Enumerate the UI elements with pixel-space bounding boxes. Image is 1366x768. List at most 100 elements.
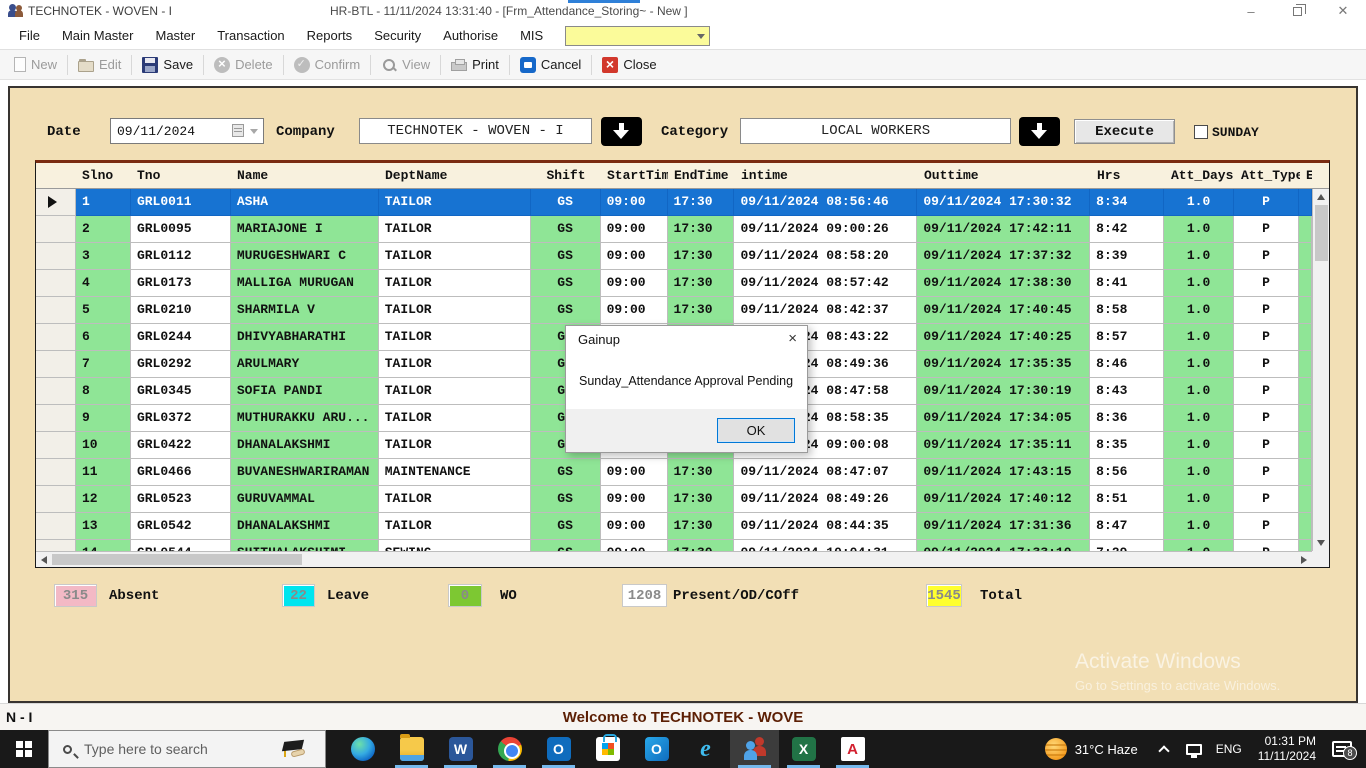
cell-att-days[interactable]: 1.0 (1164, 513, 1234, 540)
column-header-endtime[interactable]: EndTime (668, 163, 735, 188)
cell-slno[interactable]: 8 (76, 378, 131, 405)
table-row[interactable]: 11GRL0466BUVANESHWARIRAMANMAINTENANCEGS0… (36, 459, 1312, 486)
restore-button[interactable] (1274, 0, 1320, 22)
menu-item-main-master[interactable]: Main Master (51, 22, 145, 50)
cell-starttime[interactable]: 09:00 (601, 243, 668, 270)
cell-slno[interactable]: 11 (76, 459, 131, 486)
cell-att-days[interactable]: 1.0 (1164, 432, 1234, 459)
scroll-left-icon[interactable] (41, 556, 47, 564)
column-header-slno[interactable]: Slno (76, 163, 131, 188)
cell-hrs[interactable]: 8:42 (1090, 216, 1164, 243)
cell-shift[interactable]: GS (531, 216, 601, 243)
cell-e[interactable] (1299, 378, 1312, 405)
cell-slno[interactable]: 9 (76, 405, 131, 432)
cell-intime[interactable]: 09/11/2024 08:42:37 (734, 297, 917, 324)
cell-tno[interactable]: GRL0372 (131, 405, 231, 432)
cell-outtime[interactable]: 09/11/2024 17:35:11 (917, 432, 1090, 459)
date-dropdown-icon[interactable] (250, 129, 258, 134)
taskbar-search[interactable]: Type here to search (48, 730, 326, 768)
cell-att-days[interactable]: 1.0 (1164, 270, 1234, 297)
cell-tno[interactable]: GRL0345 (131, 378, 231, 405)
taskbar-icon-excel[interactable]: X (779, 730, 828, 768)
cell-att-type[interactable]: P (1234, 270, 1299, 297)
cell-outtime[interactable]: 09/11/2024 17:43:15 (917, 459, 1090, 486)
column-header-starttime[interactable]: StartTime (601, 163, 668, 188)
menu-item-transaction[interactable]: Transaction (206, 22, 295, 50)
cell-hrs[interactable]: 8:46 (1090, 351, 1164, 378)
menu-item-security[interactable]: Security (363, 22, 432, 50)
cell-outtime[interactable]: 09/11/2024 17:40:25 (917, 324, 1090, 351)
menu-item-reports[interactable]: Reports (296, 22, 364, 50)
cell-outtime[interactable]: 09/11/2024 17:37:32 (917, 243, 1090, 270)
cell-att-type[interactable]: P (1234, 324, 1299, 351)
cell-intime[interactable]: 09/11/2024 08:57:42 (734, 270, 917, 297)
cell-att-days[interactable]: 1.0 (1164, 459, 1234, 486)
cell-name[interactable]: SHARMILA V (231, 297, 379, 324)
table-row[interactable]: 1GRL0011ASHATAILORGS09:0017:3009/11/2024… (36, 189, 1312, 216)
grid-horizontal-scrollbar[interactable] (36, 551, 1312, 567)
cell-att-type[interactable]: P (1234, 243, 1299, 270)
row-selector[interactable] (36, 513, 76, 540)
cell-hrs[interactable]: 8:36 (1090, 405, 1164, 432)
cell-intime[interactable]: 09/11/2024 08:49:26 (734, 486, 917, 513)
cell-att-type[interactable]: P (1234, 486, 1299, 513)
weather-text[interactable]: 31°C Haze (1075, 742, 1138, 757)
cell-hrs[interactable]: 8:35 (1090, 432, 1164, 459)
cell-e[interactable] (1299, 189, 1312, 216)
cell-att-type[interactable]: P (1234, 378, 1299, 405)
sunday-checkbox[interactable] (1194, 125, 1208, 139)
company-picker-button[interactable] (601, 117, 642, 146)
cell-slno[interactable]: 10 (76, 432, 131, 459)
cell-outtime[interactable]: 09/11/2024 17:35:35 (917, 351, 1090, 378)
cell-starttime[interactable]: 09:00 (601, 270, 668, 297)
cell-outtime[interactable]: 09/11/2024 17:40:12 (917, 486, 1090, 513)
taskbar-icon-adobe-reader[interactable]: A (828, 730, 877, 768)
cell-name[interactable]: BUVANESHWARIRAMAN (231, 459, 379, 486)
cell-deptname[interactable]: SEWING (379, 540, 531, 551)
cell-att-days[interactable]: 1.0 (1164, 216, 1234, 243)
cell-deptname[interactable]: TAILOR (379, 270, 531, 297)
column-header-name[interactable]: Name (231, 163, 379, 188)
cell-intime[interactable]: 09/11/2024 08:47:07 (734, 459, 917, 486)
cell-tno[interactable]: GRL0466 (131, 459, 231, 486)
cell-endtime[interactable]: 17:30 (668, 513, 735, 540)
row-selector[interactable] (36, 540, 76, 551)
cell-e[interactable] (1299, 324, 1312, 351)
cell-endtime[interactable]: 17:30 (668, 297, 735, 324)
cell-starttime[interactable]: 09:00 (601, 297, 668, 324)
cell-hrs[interactable]: 8:34 (1090, 189, 1164, 216)
cell-e[interactable] (1299, 540, 1312, 551)
table-row[interactable]: 13GRL0542DHANALAKSHMITAILORGS09:0017:300… (36, 513, 1312, 540)
menu-item-file[interactable]: File (8, 22, 51, 50)
cell-outtime[interactable]: 09/11/2024 17:38:30 (917, 270, 1090, 297)
row-selector[interactable] (36, 459, 76, 486)
cell-shift[interactable]: GS (531, 486, 601, 513)
cell-tno[interactable]: GRL0112 (131, 243, 231, 270)
cell-slno[interactable]: 1 (76, 189, 131, 216)
cell-tno[interactable]: GRL0292 (131, 351, 231, 378)
cell-name[interactable]: MUTHURAKKU ARU... (231, 405, 379, 432)
row-selector[interactable] (36, 324, 76, 351)
column-header-hrs[interactable]: Hrs (1091, 163, 1165, 188)
cell-att-type[interactable]: P (1234, 459, 1299, 486)
taskbar-icon-chrome[interactable] (485, 730, 534, 768)
cell-outtime[interactable]: 09/11/2024 17:42:11 (917, 216, 1090, 243)
taskbar-icon-edge[interactable] (338, 730, 387, 768)
cell-hrs[interactable]: 8:39 (1090, 243, 1164, 270)
cell-shift[interactable]: GS (531, 540, 601, 551)
cell-hrs[interactable]: 8:58 (1090, 297, 1164, 324)
cell-shift[interactable]: GS (531, 459, 601, 486)
tray-chevron-up-icon[interactable] (1158, 745, 1169, 756)
cell-tno[interactable]: GRL0544 (131, 540, 231, 551)
cell-deptname[interactable]: TAILOR (379, 297, 531, 324)
close-button[interactable]: Close (594, 54, 664, 76)
column-header-e[interactable]: E (1300, 163, 1312, 188)
cell-endtime[interactable]: 17:30 (668, 189, 735, 216)
cell-outtime[interactable]: 09/11/2024 17:33:10 (917, 540, 1090, 551)
cell-hrs[interactable]: 8:43 (1090, 378, 1164, 405)
cell-name[interactable]: DHIVYABHARATHI (231, 324, 379, 351)
cell-slno[interactable]: 2 (76, 216, 131, 243)
cell-tno[interactable]: GRL0210 (131, 297, 231, 324)
column-header-tno[interactable]: Tno (131, 163, 231, 188)
cell-endtime[interactable]: 17:30 (668, 270, 735, 297)
